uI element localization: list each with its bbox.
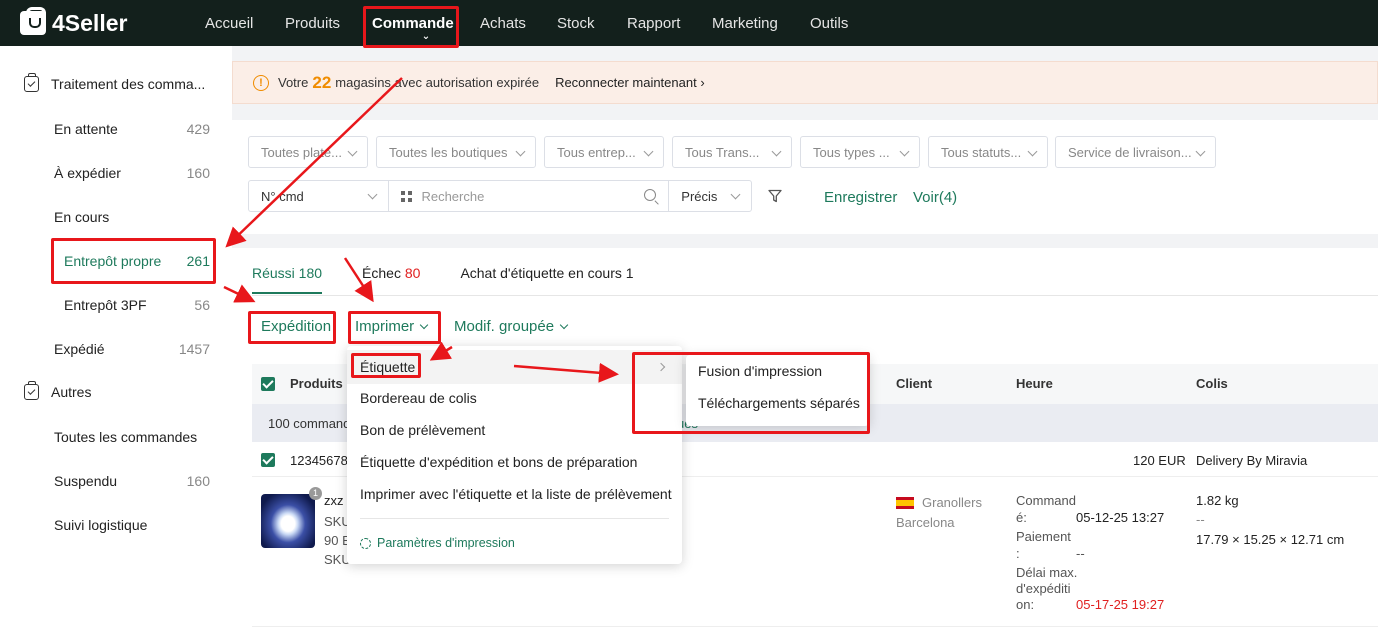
annotation-arrows — [223, 77, 619, 383]
arrow-to-label — [429, 341, 453, 361]
arrow-to-print — [343, 257, 374, 303]
arrow-to-submenu — [513, 362, 619, 383]
arrow-to-own-warehouse — [225, 77, 403, 248]
arrow-to-shipping — [223, 284, 256, 303]
